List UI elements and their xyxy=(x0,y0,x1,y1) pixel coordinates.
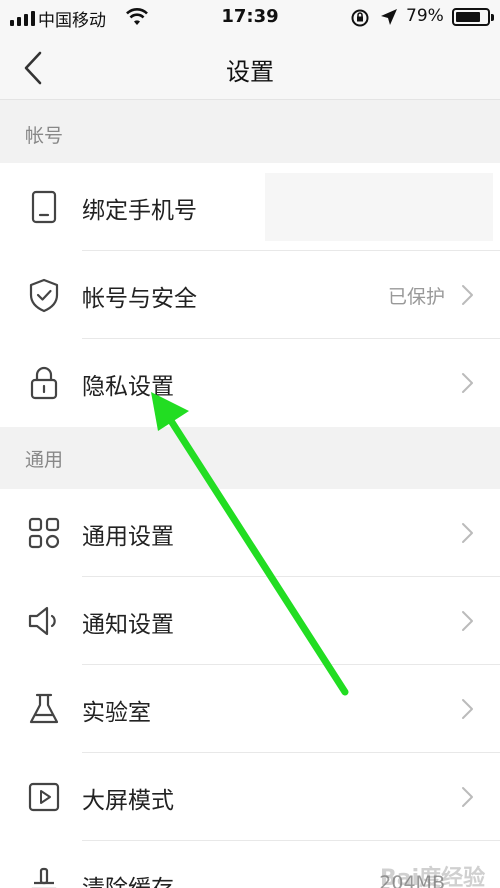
annotation-arrow xyxy=(151,392,349,696)
watermark: Bai度经验 xyxy=(380,866,486,888)
